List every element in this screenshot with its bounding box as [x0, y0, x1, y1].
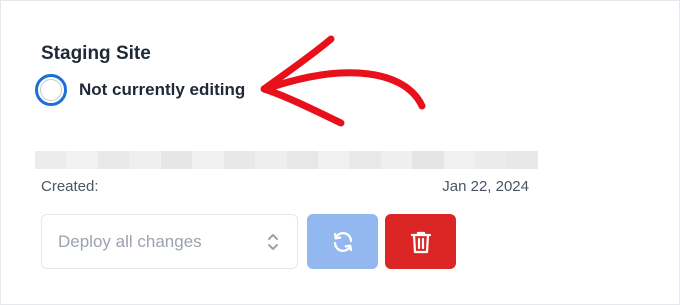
- deploy-select[interactable]: Deploy all changes: [41, 214, 298, 269]
- editing-status[interactable]: Not currently editing: [35, 74, 245, 106]
- staging-site-card: Staging Site Not currently editing Creat…: [0, 0, 680, 305]
- radio-inner: [40, 79, 62, 101]
- redacted-url-bar: [35, 151, 538, 169]
- created-label: Created:: [41, 178, 99, 195]
- deploy-select-value: Deploy all changes: [58, 231, 202, 251]
- trash-icon: [410, 231, 431, 253]
- status-label: Not currently editing: [79, 80, 246, 99]
- created-date: Jan 22, 2024: [442, 178, 529, 195]
- refresh-icon: [333, 231, 352, 252]
- page-title: Staging Site: [41, 43, 151, 64]
- delete-button[interactable]: [385, 214, 456, 269]
- chevron-updown-icon: [268, 233, 278, 250]
- annotation-arrow-icon: [260, 35, 426, 127]
- status-radio[interactable]: [35, 74, 67, 106]
- refresh-button[interactable]: [307, 214, 378, 269]
